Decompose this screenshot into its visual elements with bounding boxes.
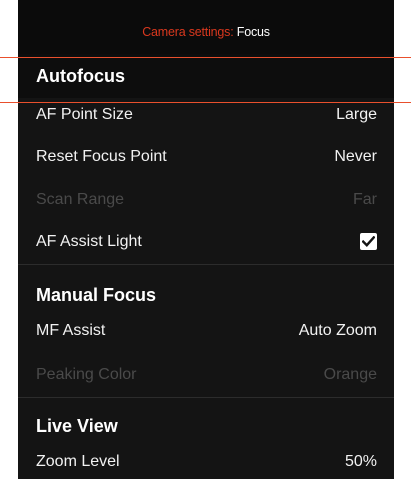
setting-value: Large: [336, 106, 377, 123]
setting-value: 50%: [344, 453, 377, 470]
camera-settings-panel: Camera settings: Focus Autofocus AF Poin…: [18, 0, 394, 479]
setting-row-af-assist-light[interactable]: AF Assist Light: [18, 221, 394, 263]
settings-header: Camera settings: Focus: [18, 0, 394, 54]
header-prefix: Camera settings:: [142, 25, 234, 39]
setting-row-peaking-color: Peaking Color Orange: [18, 354, 394, 396]
section-header-autofocus: Autofocus: [18, 54, 394, 98]
setting-value: Far: [353, 191, 377, 208]
guide-line-bottom: [0, 102, 411, 103]
setting-row-reset-focus-point[interactable]: Reset Focus Point Never: [18, 136, 394, 178]
setting-row-mf-assist[interactable]: MF Assist Auto Zoom: [18, 310, 394, 352]
setting-row-scan-range: Scan Range Far: [18, 179, 394, 221]
setting-label: MF Assist: [36, 322, 106, 339]
setting-value: Never: [334, 148, 377, 165]
setting-label: AF Point Size: [36, 106, 133, 123]
setting-value: Auto Zoom: [298, 322, 377, 339]
af-assist-light-checkbox[interactable]: [360, 233, 377, 250]
setting-row-zoom-level[interactable]: Zoom Level 50%: [18, 441, 394, 479]
section-divider: [18, 264, 394, 265]
setting-label: Scan Range: [36, 191, 125, 208]
header-title: Focus: [236, 25, 270, 39]
setting-row-af-point-size[interactable]: AF Point Size Large: [18, 94, 394, 136]
setting-label: Reset Focus Point: [36, 148, 167, 165]
setting-value: Orange: [323, 366, 377, 383]
checkmark-icon: [362, 236, 375, 247]
setting-label: Peaking Color: [36, 366, 137, 383]
guide-line-top: [0, 57, 411, 58]
setting-label: AF Assist Light: [36, 233, 142, 250]
setting-label: Zoom Level: [36, 453, 120, 470]
section-divider: [18, 397, 394, 398]
